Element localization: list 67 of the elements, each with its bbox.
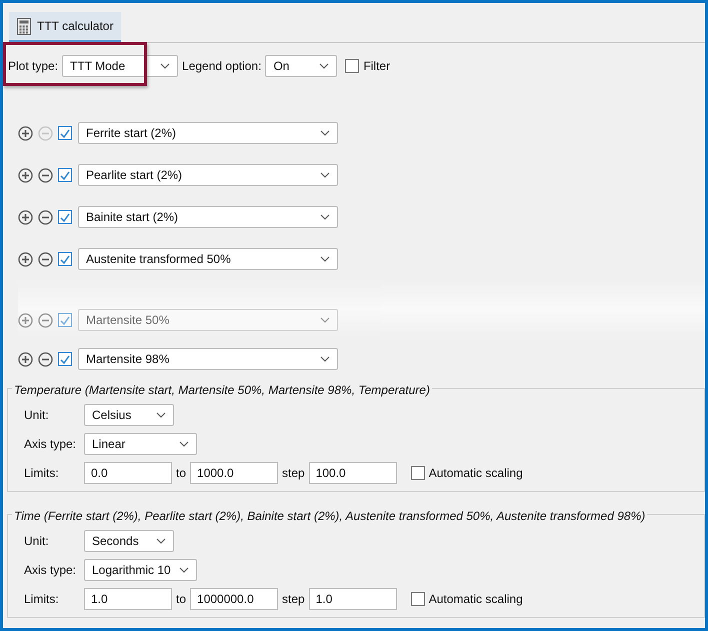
- dropdown[interactable]: Pearlite start (2%): [78, 164, 338, 186]
- checkbox[interactable]: [410, 592, 425, 606]
- label: step: [282, 591, 305, 608]
- label: Automatic scaling: [428, 591, 523, 608]
- caret-icon: [320, 356, 330, 362]
- label: Axis type:: [24, 562, 78, 579]
- add-icon[interactable]: [18, 210, 33, 224]
- remove-icon[interactable]: [38, 312, 53, 328]
- input-field[interactable]: 1.0: [308, 588, 397, 610]
- dropdown[interactable]: Linear: [84, 433, 197, 455]
- caret-icon: [320, 317, 330, 323]
- caret-icon: [320, 172, 330, 178]
- add-icon[interactable]: [18, 352, 33, 366]
- label: Legend option:: [182, 58, 262, 75]
- dropdown[interactable]: Logarithmic 10: [84, 559, 197, 581]
- checkbox[interactable]: [58, 252, 72, 266]
- label: Filter: [363, 58, 390, 75]
- checkbox[interactable]: [58, 313, 72, 327]
- tab[interactable]: TTT calculator: [9, 12, 122, 42]
- add-icon[interactable]: [18, 126, 33, 140]
- dropdown[interactable]: Seconds: [84, 530, 174, 552]
- label: to: [176, 465, 186, 482]
- checkbox[interactable]: [58, 352, 72, 366]
- checkbox[interactable]: [410, 466, 425, 480]
- caret-icon: [160, 63, 170, 69]
- label: Unit:: [24, 533, 50, 550]
- label: to: [176, 591, 186, 608]
- input-field[interactable]: 1000000.0: [190, 588, 278, 610]
- dropdown[interactable]: TTT Mode: [62, 55, 178, 77]
- checkbox[interactable]: [58, 210, 72, 224]
- caret-icon: [320, 256, 330, 262]
- dropdown[interactable]: Austenite transformed 50%: [78, 248, 338, 270]
- input-field[interactable]: 1000.0: [190, 462, 278, 484]
- label: step: [282, 465, 305, 482]
- caret-icon: [156, 538, 166, 544]
- calculator-icon: [17, 18, 31, 34]
- input-field[interactable]: 100.0: [308, 462, 397, 484]
- caret-icon: [156, 412, 166, 418]
- dropdown[interactable]: Martensite 50%: [78, 309, 338, 331]
- dropdown[interactable]: Bainite start (2%): [78, 206, 338, 228]
- caret-icon: [179, 567, 189, 573]
- add-icon[interactable]: [18, 312, 33, 328]
- dropdown[interactable]: Martensite 98%: [78, 348, 338, 370]
- label: Axis type:: [24, 436, 78, 453]
- caret-icon: [179, 441, 189, 447]
- label: Limits:: [24, 465, 60, 482]
- dropdown[interactable]: Celsius: [84, 404, 174, 426]
- checkbox[interactable]: [58, 126, 72, 140]
- add-icon[interactable]: [18, 168, 33, 182]
- input-field[interactable]: 1.0: [84, 588, 172, 610]
- caret-icon: [320, 130, 330, 136]
- label: Limits:: [24, 591, 60, 608]
- caret-icon: [319, 63, 330, 69]
- dropdown[interactable]: Ferrite start (2%): [78, 122, 338, 144]
- add-icon[interactable]: [18, 252, 33, 266]
- label: Plot type:: [8, 58, 58, 75]
- label: Unit:: [24, 407, 50, 424]
- checkbox[interactable]: [345, 59, 360, 73]
- dropdown[interactable]: On: [265, 55, 338, 77]
- remove-icon[interactable]: [38, 352, 53, 366]
- label: Automatic scaling: [428, 465, 523, 482]
- input-field[interactable]: 0.0: [84, 462, 172, 484]
- checkbox[interactable]: [58, 168, 72, 182]
- remove-icon[interactable]: [38, 252, 53, 266]
- remove-icon[interactable]: [38, 168, 53, 182]
- caret-icon: [320, 214, 330, 220]
- remove-icon[interactable]: [38, 210, 53, 224]
